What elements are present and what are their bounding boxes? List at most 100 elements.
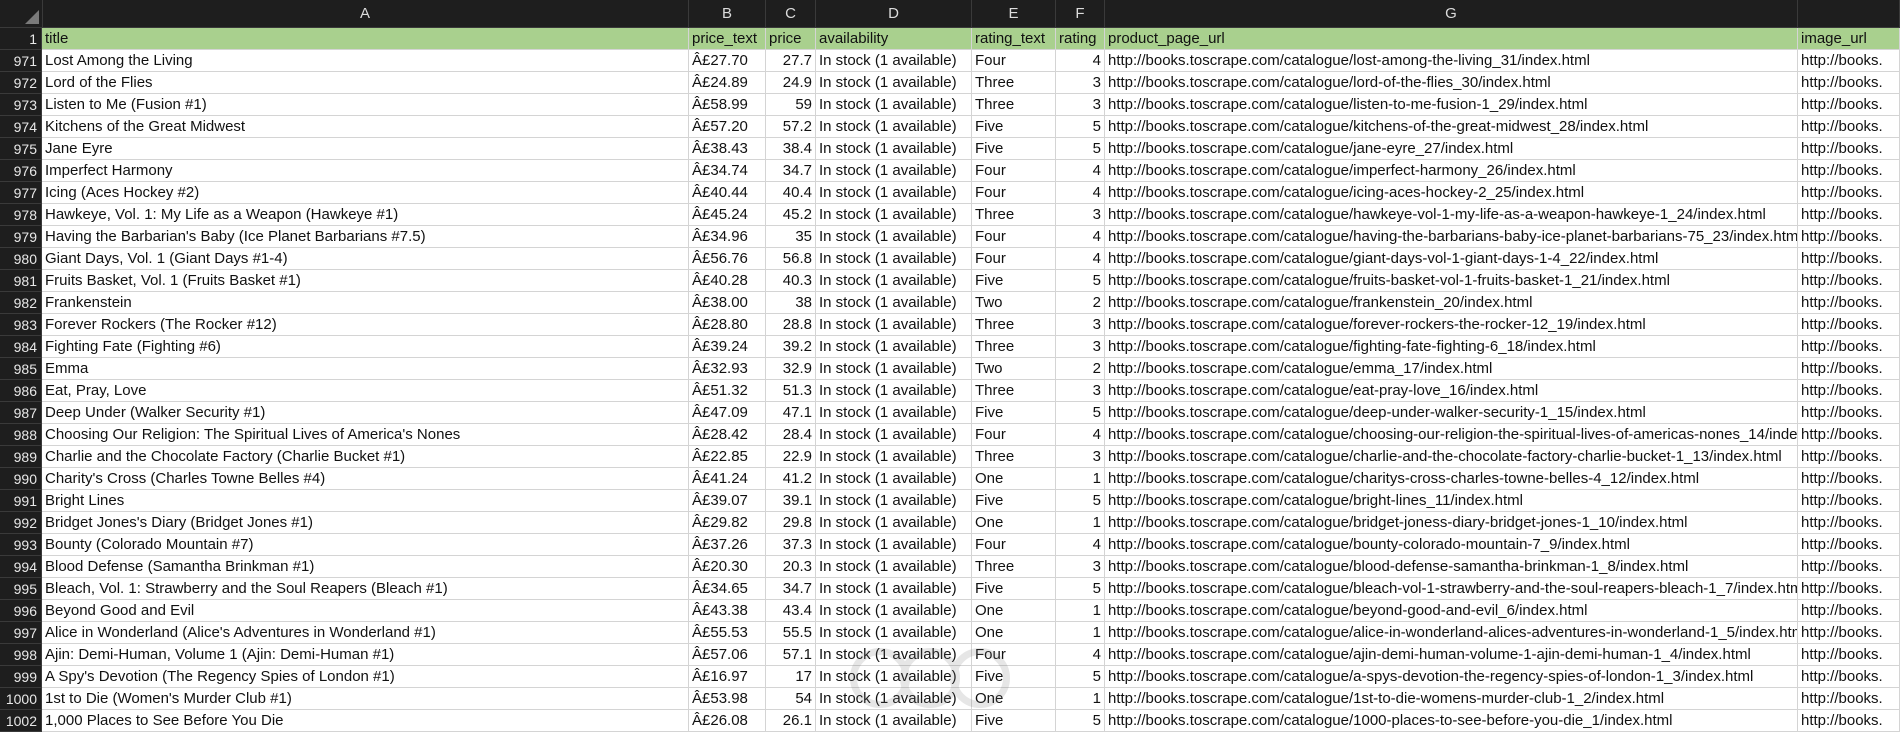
cell-price[interactable]: 57.1 <box>766 644 816 666</box>
cell-rating[interactable]: 3 <box>1056 314 1105 336</box>
cell-price-text[interactable]: Â£37.26 <box>689 534 766 556</box>
cell-title[interactable]: Charity's Cross (Charles Towne Belles #4… <box>42 468 689 490</box>
cell-availability[interactable]: In stock (1 available) <box>816 270 972 292</box>
cell-rating[interactable]: 4 <box>1056 644 1105 666</box>
cell-rating[interactable]: 2 <box>1056 292 1105 314</box>
cell-product-url[interactable]: http://books.toscrape.com/catalogue/eat-… <box>1105 380 1798 402</box>
cell-title[interactable]: Listen to Me (Fusion #1) <box>42 94 689 116</box>
cell-product-url[interactable]: http://books.toscrape.com/catalogue/kitc… <box>1105 116 1798 138</box>
cell-price[interactable]: 56.8 <box>766 248 816 270</box>
cell-product-url[interactable]: http://books.toscrape.com/catalogue/emma… <box>1105 358 1798 380</box>
cell-rating[interactable]: 5 <box>1056 270 1105 292</box>
cell-price-text[interactable]: Â£27.70 <box>689 50 766 72</box>
cell-image-url[interactable]: http://books. <box>1798 380 1900 402</box>
cell-rating-text[interactable]: Four <box>972 644 1056 666</box>
row-number[interactable]: 997 <box>0 622 42 644</box>
cell-image-url[interactable]: http://books. <box>1798 622 1900 644</box>
cell-rating-text[interactable]: Two <box>972 358 1056 380</box>
cell-product-url[interactable]: http://books.toscrape.com/catalogue/havi… <box>1105 226 1798 248</box>
cell-rating[interactable]: 3 <box>1056 204 1105 226</box>
column-header-a[interactable]: A <box>42 0 689 27</box>
cell-price-text[interactable]: Â£34.65 <box>689 578 766 600</box>
row-number[interactable]: 988 <box>0 424 42 446</box>
cell-title[interactable]: 1st to Die (Women's Murder Club #1) <box>42 688 689 710</box>
row-number[interactable]: 973 <box>0 94 42 116</box>
cell-rating-text[interactable]: Five <box>972 578 1056 600</box>
cell-price[interactable]: 32.9 <box>766 358 816 380</box>
cell-price[interactable]: 51.3 <box>766 380 816 402</box>
cell-product-url[interactable]: http://books.toscrape.com/catalogue/char… <box>1105 446 1798 468</box>
cell-rating[interactable]: 1 <box>1056 512 1105 534</box>
cell-rating[interactable]: 3 <box>1056 556 1105 578</box>
cell-image-url[interactable]: http://books. <box>1798 248 1900 270</box>
empty-cell[interactable] <box>1105 710 1798 732</box>
cell-availability[interactable]: In stock (1 available) <box>816 644 972 666</box>
cell-image-url[interactable]: http://books. <box>1798 578 1900 600</box>
cell-rating-text[interactable]: One <box>972 512 1056 534</box>
cell-rating-text[interactable]: Four <box>972 182 1056 204</box>
cell-rating-text[interactable]: Three <box>972 204 1056 226</box>
cell-price-text[interactable]: Â£28.80 <box>689 314 766 336</box>
cell-availability[interactable]: In stock (1 available) <box>816 138 972 160</box>
cell-price-text[interactable]: Â£58.99 <box>689 94 766 116</box>
row-number[interactable]: 972 <box>0 72 42 94</box>
row-number[interactable]: 980 <box>0 248 42 270</box>
cell-price-text[interactable]: Â£34.96 <box>689 226 766 248</box>
row-number[interactable]: 976 <box>0 160 42 182</box>
row-number[interactable]: 999 <box>0 666 42 688</box>
cell-availability[interactable]: In stock (1 available) <box>816 490 972 512</box>
cell-image-url[interactable]: http://books. <box>1798 72 1900 94</box>
cell-availability[interactable]: In stock (1 available) <box>816 512 972 534</box>
cell-rating-text[interactable]: Three <box>972 314 1056 336</box>
cell-rating[interactable]: 4 <box>1056 226 1105 248</box>
cell-price[interactable]: 41.2 <box>766 468 816 490</box>
cell-rating[interactable]: 5 <box>1056 138 1105 160</box>
cell-image-url[interactable]: http://books. <box>1798 314 1900 336</box>
cell-rating-text[interactable]: Five <box>972 270 1056 292</box>
row-number[interactable]: 1002 <box>0 710 42 732</box>
cell-image-url[interactable]: http://books. <box>1798 336 1900 358</box>
cell-price[interactable]: 47.1 <box>766 402 816 424</box>
cell-product-url[interactable]: http://books.toscrape.com/catalogue/impe… <box>1105 160 1798 182</box>
cell-image-url[interactable]: http://books. <box>1798 534 1900 556</box>
cell-rating-text[interactable]: Two <box>972 292 1056 314</box>
empty-cell[interactable] <box>1056 710 1105 732</box>
cell-price[interactable]: 40.4 <box>766 182 816 204</box>
cell-title[interactable]: Deep Under (Walker Security #1) <box>42 402 689 424</box>
cell-rating-text[interactable]: Four <box>972 160 1056 182</box>
cell-rating[interactable]: 5 <box>1056 490 1105 512</box>
cell-rating-text[interactable]: Four <box>972 50 1056 72</box>
cell-image-url[interactable]: http://books. <box>1798 512 1900 534</box>
cell-price[interactable]: 35 <box>766 226 816 248</box>
cell-rating-text[interactable]: Four <box>972 226 1056 248</box>
cell-rating-text[interactable]: Three <box>972 336 1056 358</box>
column-header-c[interactable]: C <box>766 0 816 27</box>
empty-cell[interactable] <box>42 710 689 732</box>
cell-rating-text[interactable]: One <box>972 468 1056 490</box>
cell-price[interactable]: 28.4 <box>766 424 816 446</box>
column-header-b[interactable]: B <box>689 0 766 27</box>
cell-title[interactable]: A Spy's Devotion (The Regency Spies of L… <box>42 666 689 688</box>
cell-price-text[interactable]: Â£16.97 <box>689 666 766 688</box>
cell-image-url[interactable]: http://books. <box>1798 270 1900 292</box>
cell-title[interactable]: Bounty (Colorado Mountain #7) <box>42 534 689 556</box>
cell-price[interactable]: 55.5 <box>766 622 816 644</box>
cell-product-url[interactable]: http://books.toscrape.com/catalogue/lost… <box>1105 50 1798 72</box>
row-number[interactable]: 991 <box>0 490 42 512</box>
column-header-h[interactable] <box>1798 0 1900 27</box>
cell-rating-text[interactable]: Four <box>972 424 1056 446</box>
cell-price-text[interactable]: Â£32.93 <box>689 358 766 380</box>
cell-product-url[interactable]: http://books.toscrape.com/catalogue/fore… <box>1105 314 1798 336</box>
cell-rating[interactable]: 5 <box>1056 402 1105 424</box>
cell-rating[interactable]: 4 <box>1056 248 1105 270</box>
cell-rating[interactable]: 4 <box>1056 424 1105 446</box>
header-cell-price[interactable]: price <box>766 28 816 50</box>
cell-rating-text[interactable]: Three <box>972 446 1056 468</box>
cell-product-url[interactable]: http://books.toscrape.com/catalogue/brid… <box>1105 512 1798 534</box>
row-number[interactable]: 989 <box>0 446 42 468</box>
cell-title[interactable]: Fruits Basket, Vol. 1 (Fruits Basket #1) <box>42 270 689 292</box>
cell-rating-text[interactable]: One <box>972 622 1056 644</box>
cell-rating[interactable]: 3 <box>1056 446 1105 468</box>
cell-price[interactable]: 29.8 <box>766 512 816 534</box>
cell-title[interactable]: Having the Barbarian's Baby (Ice Planet … <box>42 226 689 248</box>
